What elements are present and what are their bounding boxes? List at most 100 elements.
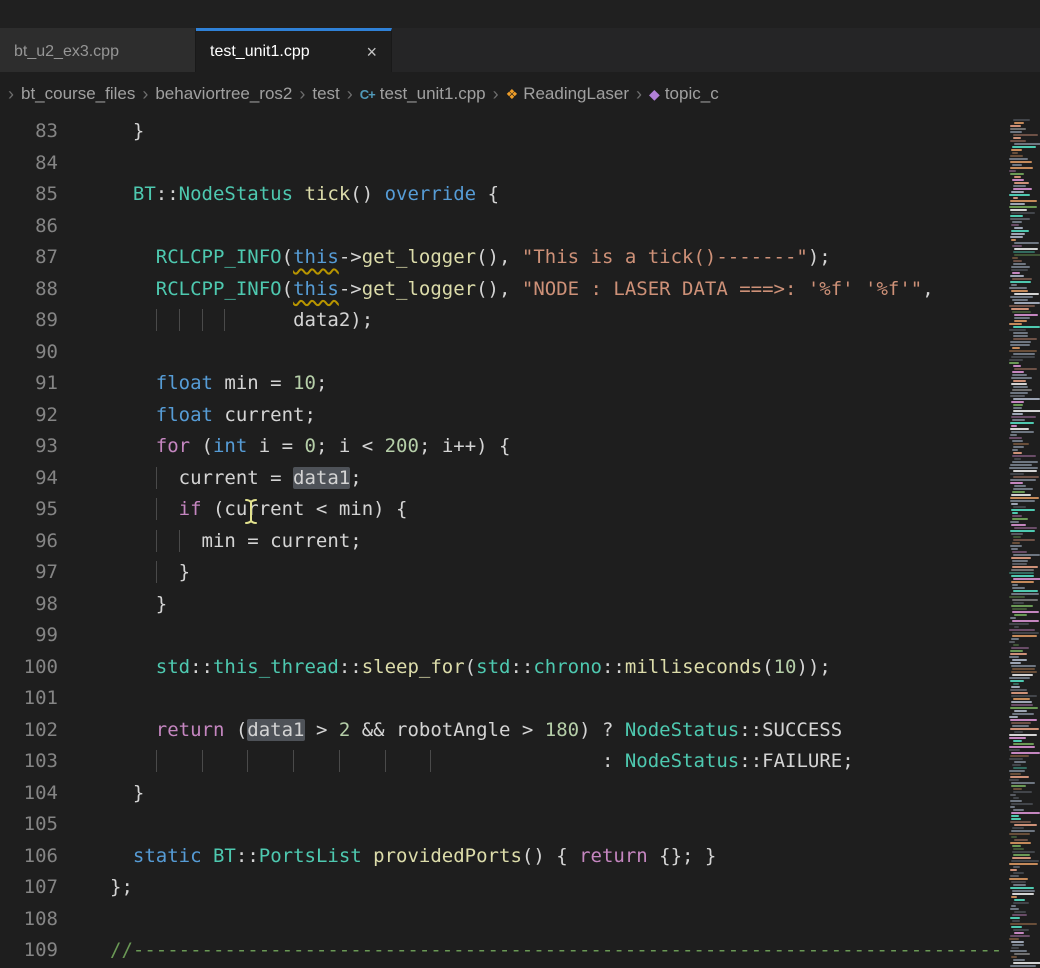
- code-line[interactable]: 96 min = current;: [0, 526, 1040, 558]
- minimap-line: [1013, 902, 1029, 904]
- minimap-line: [1014, 248, 1038, 250]
- line-number[interactable]: 90: [0, 337, 58, 369]
- breadcrumb-item-test-unit1-cpp[interactable]: C+ test_unit1.cpp: [360, 84, 486, 104]
- minimap-line: [1010, 344, 1030, 346]
- breadcrumb-item-behaviortree-ros2[interactable]: behaviortree_ros2: [155, 84, 292, 104]
- minimap-line: [1013, 134, 1038, 136]
- code-token: int: [213, 435, 247, 457]
- code-token: };: [110, 876, 133, 898]
- code-line[interactable]: 104 }: [0, 778, 1040, 810]
- line-number[interactable]: 99: [0, 620, 58, 652]
- line-number[interactable]: 106: [0, 841, 58, 873]
- line-number[interactable]: 98: [0, 589, 58, 621]
- code-text: std::this_thread::sleep_for(std::chrono:…: [110, 652, 831, 684]
- code-token: [110, 561, 156, 583]
- line-number[interactable]: 105: [0, 809, 58, 841]
- minimap-line: [1011, 752, 1040, 754]
- code-line[interactable]: 90: [0, 337, 1040, 369]
- code-line[interactable]: 106 static BT::PortsList providedPorts()…: [0, 841, 1040, 873]
- line-number[interactable]: 97: [0, 557, 58, 589]
- code-line[interactable]: 109//-----------------------------------…: [0, 935, 1040, 967]
- minimap-line: [1010, 728, 1039, 730]
- code-line[interactable]: 84: [0, 148, 1040, 180]
- code-line[interactable]: 89 data2);: [0, 305, 1040, 337]
- line-number[interactable]: 85: [0, 179, 58, 211]
- line-number[interactable]: 83: [0, 116, 58, 148]
- tab-test-unit1-cpp[interactable]: test_unit1.cpp ×: [196, 28, 392, 72]
- minimap-line: [1014, 314, 1038, 316]
- code-line[interactable]: 87 RCLCPP_INFO(this->get_logger(), "This…: [0, 242, 1040, 274]
- code-line[interactable]: 97 }: [0, 557, 1040, 589]
- minimap-line: [1013, 866, 1019, 868]
- line-number[interactable]: 108: [0, 904, 58, 936]
- line-number[interactable]: 88: [0, 274, 58, 306]
- code-line[interactable]: 95 if (current < min) {: [0, 494, 1040, 526]
- line-number[interactable]: 87: [0, 242, 58, 274]
- close-icon[interactable]: ×: [366, 43, 377, 61]
- code-line[interactable]: 93 for (int i = 0; i < 200; i++) {: [0, 431, 1040, 463]
- code-line[interactable]: 100 std::this_thread::sleep_for(std::chr…: [0, 652, 1040, 684]
- tab-bt-u2-ex3-cpp[interactable]: bt_u2_ex3.cpp: [0, 28, 196, 72]
- line-number[interactable]: 84: [0, 148, 58, 180]
- minimap-line: [1010, 167, 1033, 169]
- code-line[interactable]: 98 }: [0, 589, 1040, 621]
- breadcrumb-item-readinglaser[interactable]: ❖ ReadingLaser: [506, 84, 629, 104]
- breadcrumb-item-test[interactable]: test: [312, 84, 339, 104]
- minimap-line: [1010, 875, 1019, 877]
- minimap-line: [1012, 221, 1022, 223]
- line-number[interactable]: 109: [0, 935, 58, 967]
- line-number[interactable]: 103: [0, 746, 58, 778]
- minimap-line: [1014, 122, 1024, 124]
- line-number[interactable]: 94: [0, 463, 58, 495]
- code-line[interactable]: 92 float current;: [0, 400, 1040, 432]
- line-number[interactable]: 95: [0, 494, 58, 526]
- line-number[interactable]: 89: [0, 305, 58, 337]
- code-token: 10: [293, 372, 316, 394]
- code-line[interactable]: 107};: [0, 872, 1040, 904]
- code-line[interactable]: 99: [0, 620, 1040, 652]
- minimap-line: [1012, 413, 1023, 415]
- code-line[interactable]: 83 }: [0, 116, 1040, 148]
- breadcrumb-item-topic[interactable]: ◆ topic_c: [649, 84, 719, 104]
- breadcrumb-item-bt-course-files[interactable]: bt_course_files: [21, 84, 135, 104]
- minimap-line: [1010, 428, 1029, 430]
- line-number[interactable]: 96: [0, 526, 58, 558]
- code-text: float min = 10;: [110, 368, 327, 400]
- code-line[interactable]: 88 RCLCPP_INFO(this->get_logger(), "NODE…: [0, 274, 1040, 306]
- code-line[interactable]: 102 return (data1 > 2 && robotAngle > 18…: [0, 715, 1040, 747]
- code-line[interactable]: 105: [0, 809, 1040, 841]
- code-token: (: [224, 719, 247, 741]
- code-line[interactable]: 85 BT::NodeStatus tick() override {: [0, 179, 1040, 211]
- minimap-line: [1013, 797, 1018, 799]
- line-number[interactable]: 100: [0, 652, 58, 684]
- line-number[interactable]: 104: [0, 778, 58, 810]
- code-text: return (data1 > 2 && robotAngle > 180) ?…: [110, 715, 842, 747]
- code-token: (): [350, 183, 384, 205]
- line-number[interactable]: 86: [0, 211, 58, 243]
- breadcrumb-label: test: [312, 84, 339, 104]
- minimap[interactable]: [1006, 116, 1040, 968]
- code-editor[interactable]: 83 }8485 BT::NodeStatus tick() override …: [0, 116, 1040, 968]
- minimap-line: [1013, 536, 1021, 538]
- line-number[interactable]: 91: [0, 368, 58, 400]
- line-number[interactable]: 107: [0, 872, 58, 904]
- minimap-line: [1013, 446, 1024, 448]
- line-number[interactable]: 93: [0, 431, 58, 463]
- code-line[interactable]: 101: [0, 683, 1040, 715]
- minimap-line: [1011, 191, 1024, 193]
- code-line[interactable]: 86: [0, 211, 1040, 243]
- minimap-line: [1010, 500, 1034, 502]
- line-number[interactable]: 92: [0, 400, 58, 432]
- line-number[interactable]: 101: [0, 683, 58, 715]
- minimap-line: [1009, 437, 1022, 439]
- code-line[interactable]: 94 current = data1;: [0, 463, 1040, 495]
- code-line[interactable]: 108: [0, 904, 1040, 936]
- minimap-line: [1012, 164, 1022, 166]
- code-token: [110, 656, 156, 678]
- code-line[interactable]: 91 float min = 10;: [0, 368, 1040, 400]
- minimap-line: [1013, 578, 1040, 580]
- code-line[interactable]: 103 : NodeStatus::FAILURE;: [0, 746, 1040, 778]
- line-number[interactable]: 102: [0, 715, 58, 747]
- code-token: [110, 372, 156, 394]
- code-token: (),: [476, 278, 522, 300]
